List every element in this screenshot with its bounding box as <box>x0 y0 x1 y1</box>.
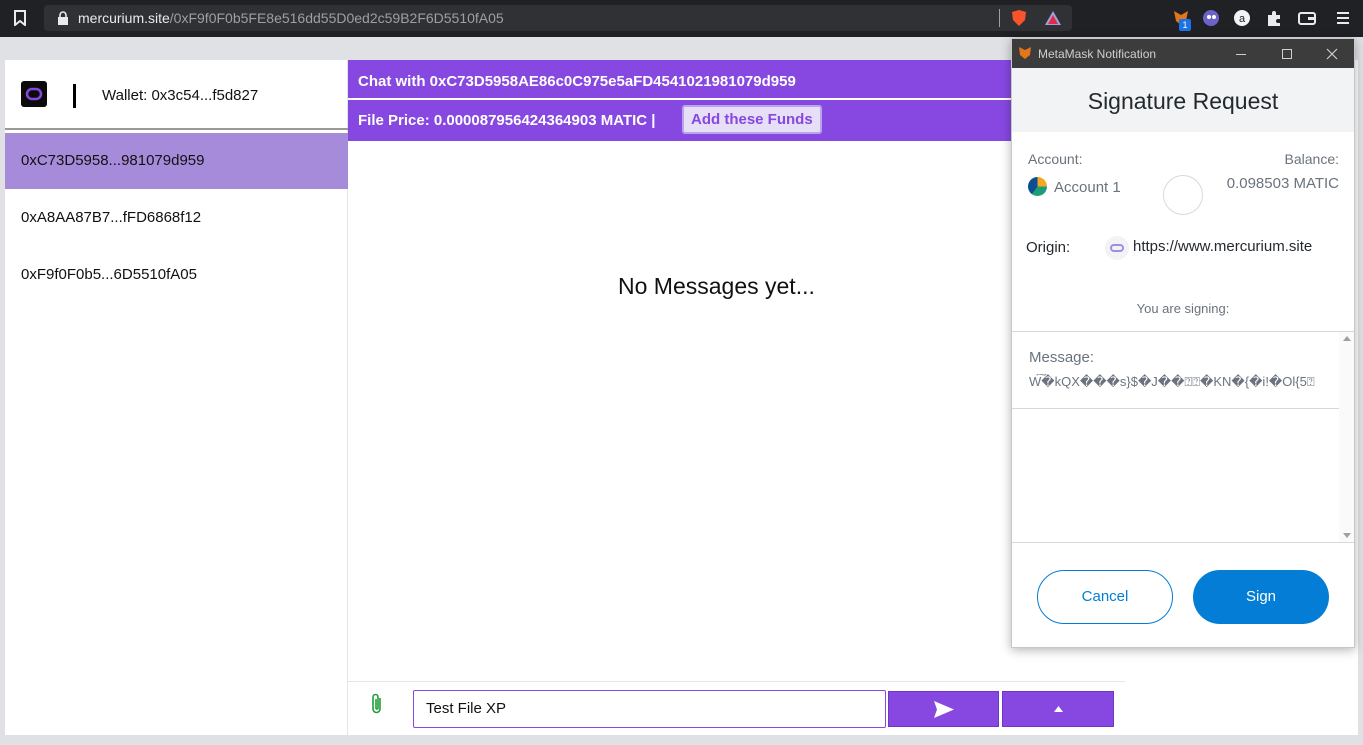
attach-file-icon[interactable] <box>370 692 384 716</box>
lock-icon <box>58 11 68 25</box>
contact-item[interactable]: 0xF9f0F0b5...6D5510fA05 <box>5 247 348 303</box>
caret-up-icon <box>1054 706 1063 712</box>
message-input[interactable]: Test File XP <box>413 690 886 728</box>
send-button[interactable] <box>888 691 999 727</box>
brave-rewards-icon[interactable] <box>1044 9 1062 27</box>
balance-value: 0.098503 MATIC <box>1226 175 1339 192</box>
message-composer: Test File XP <box>348 681 1125 735</box>
minimize-icon[interactable] <box>1233 46 1249 62</box>
wallet-icon[interactable] <box>1297 8 1317 28</box>
menu-icon[interactable] <box>1333 8 1353 28</box>
file-price-text: File Price: 0.000087956424364903 MATIC | <box>358 112 656 129</box>
origin-url: https://www.mercurium.site <box>1133 238 1313 255</box>
account-avatar <box>1028 177 1047 196</box>
popup-title: MetaMask Notification <box>1038 47 1157 61</box>
extensions-puzzle-icon[interactable] <box>1264 8 1284 28</box>
chat-title: Chat with 0xC73D5958AE86c0C975e5aFD45410… <box>348 60 1125 98</box>
purple-extension-icon[interactable] <box>1201 8 1221 28</box>
extension-badge: 1 <box>1179 19 1191 31</box>
address-bar[interactable]: mercurium.site/0xF9f0F0b5FE8e516dd55D0ed… <box>44 5 1072 31</box>
signature-heading: Signature Request <box>1087 88 1279 114</box>
url-text: mercurium.site/0xF9f0F0b5FE8e516dd55D0ed… <box>78 10 504 26</box>
maximize-icon[interactable] <box>1279 46 1295 62</box>
signing-caption: You are signing: <box>1136 301 1230 316</box>
scroll-down-arrow-icon[interactable] <box>1343 533 1351 538</box>
sign-button[interactable]: Sign <box>1193 570 1329 624</box>
empty-chat-message: No Messages yet... <box>618 273 815 299</box>
logo-glyph-icon <box>25 87 43 101</box>
message-box[interactable]: Message: W͠�kQX���s}$�J��⍰⍰�KN�{�i!�Ol{5… <box>1012 331 1354 543</box>
signature-header: Signature Request <box>1012 68 1354 132</box>
origin-label: Origin: <box>1026 239 1071 256</box>
browser-toolbar: mercurium.site/0xF9f0F0b5FE8e516dd55D0ed… <box>0 0 1363 37</box>
app-logo <box>21 81 47 107</box>
wallet-address: Wallet: 0x3c54...f5d827 <box>102 87 259 104</box>
add-funds-button[interactable]: Add these Funds <box>682 105 822 134</box>
brave-shield-icon[interactable] <box>1010 9 1028 27</box>
contact-item[interactable]: 0xC73D5958...981079d959 <box>5 133 348 189</box>
svg-text:a: a <box>1239 13 1246 25</box>
site-identicon <box>1163 175 1203 215</box>
balance-label: Balance: <box>1284 151 1339 167</box>
account-label: Account: <box>1028 151 1083 167</box>
sidebar: Wallet: 0x3c54...f5d827 0xC73D5958...981… <box>5 60 348 735</box>
close-icon[interactable] <box>1324 46 1340 62</box>
message-scrollbar[interactable] <box>1339 332 1354 542</box>
scroll-up-arrow-icon[interactable] <box>1343 336 1351 341</box>
app-window: Wallet: 0x3c54...f5d827 0xC73D5958...981… <box>5 60 1125 735</box>
contact-item[interactable]: 0xA8AA87B7...fFD6868f12 <box>5 190 348 246</box>
bookmark-icon[interactable] <box>14 10 26 26</box>
account-name: Account 1 <box>1054 179 1121 196</box>
origin-logo-icon <box>1110 244 1124 252</box>
send-icon <box>934 701 954 718</box>
cancel-button[interactable]: Cancel <box>1037 570 1173 624</box>
message-divider <box>1012 408 1339 409</box>
header-divider <box>73 84 76 108</box>
address-divider <box>999 9 1000 27</box>
message-value: W͠�kQX���s}$�J��⍰⍰�KN�{�i!�Ol{5⍰ <box>1029 374 1315 389</box>
popup-titlebar: MetaMask Notification <box>1012 39 1354 68</box>
message-label: Message: <box>1029 349 1095 366</box>
origin-site-icon <box>1105 236 1129 260</box>
file-price-bar: File Price: 0.000087956424364903 MATIC |… <box>348 100 1125 141</box>
expand-button[interactable] <box>1002 691 1114 727</box>
metamask-fox-icon <box>1019 47 1031 59</box>
sidebar-header: Wallet: 0x3c54...f5d827 <box>5 60 348 130</box>
amazon-extension-icon[interactable]: a <box>1232 8 1252 28</box>
metamask-popup: MetaMask Notification Signature Request … <box>1011 38 1355 648</box>
